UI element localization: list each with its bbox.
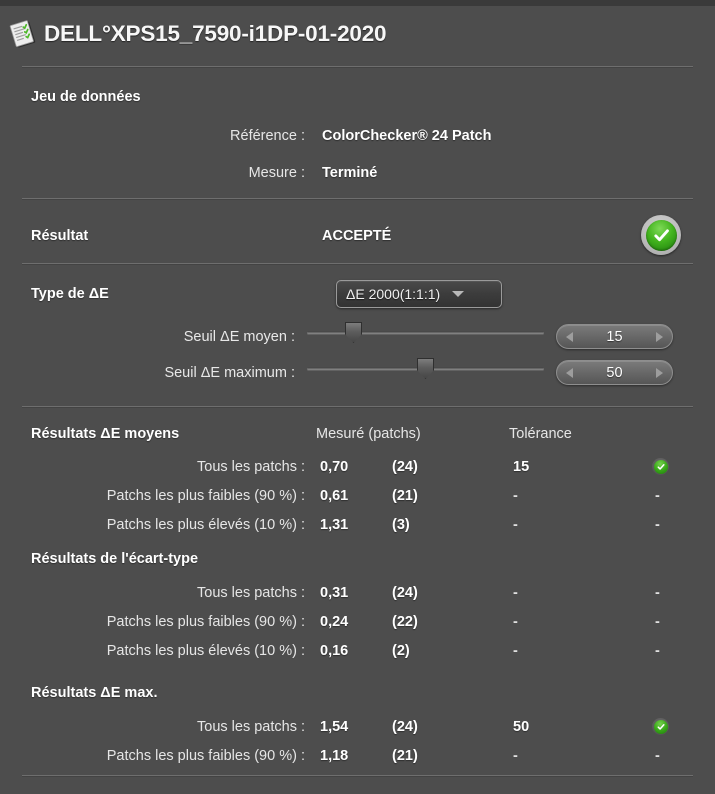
row-status-pass-icon <box>652 458 669 475</box>
row-count: (3) <box>392 517 410 533</box>
row-tolerance: 15 <box>513 459 530 475</box>
calibration-report-panel: DELL°XPS15_7590-i1DP-01-2020 Jeu de donn… <box>0 0 715 794</box>
row-measured: 0,24 <box>320 614 349 630</box>
mean-threshold-spinner[interactable]: 15 <box>556 324 673 349</box>
table-section-heading: Résultats ΔE moyens <box>31 426 180 442</box>
row-count: (24) <box>392 459 418 475</box>
result-value: ACCEPTÉ <box>322 228 392 244</box>
row-label: Patchs les plus élevés (10 %) : <box>106 643 305 659</box>
table-section-heading: Résultats de l'écart-type <box>31 551 199 567</box>
row-measured: 1,18 <box>320 748 349 764</box>
dataset-heading: Jeu de données <box>31 89 141 105</box>
row-status-none: - <box>655 488 660 504</box>
row-tolerance: - <box>513 643 518 659</box>
row-status-none: - <box>655 643 660 659</box>
separator-below-thresholds <box>22 406 693 408</box>
row-measured: 0,16 <box>320 643 349 659</box>
delta-e-type-label: Type de ΔE <box>31 286 109 302</box>
max-threshold-spinner[interactable]: 50 <box>556 360 673 385</box>
separator-bottom <box>22 775 693 777</box>
triangle-left-icon[interactable] <box>566 367 573 378</box>
row-count: (21) <box>392 488 418 504</box>
document-report-icon <box>9 19 39 49</box>
max-threshold-label: Seuil ΔE maximum : <box>164 365 295 381</box>
row-status-none: - <box>655 585 660 601</box>
column-header-tolerance: Tolérance <box>509 426 572 442</box>
row-tolerance: - <box>513 614 518 630</box>
mean-threshold-label: Seuil ΔE moyen : <box>183 329 295 345</box>
row-label: Tous les patchs : <box>197 459 305 475</box>
row-measured: 0,61 <box>320 488 349 504</box>
column-header-measured: Mesuré (patchs) <box>316 426 421 442</box>
row-status-none: - <box>655 517 660 533</box>
result-label: Résultat <box>31 228 89 244</box>
title-bar: DELL°XPS15_7590-i1DP-01-2020 <box>0 6 715 61</box>
row-count: (22) <box>392 614 418 630</box>
row-status-none: - <box>655 748 660 764</box>
measure-label: Mesure : <box>248 165 305 181</box>
row-status-pass-icon <box>652 718 669 735</box>
row-tolerance: - <box>513 488 518 504</box>
row-measured: 1,54 <box>320 719 349 735</box>
row-measured: 0,70 <box>320 459 349 475</box>
row-label: Patchs les plus élevés (10 %) : <box>106 517 305 533</box>
row-count: (21) <box>392 748 418 764</box>
slider-track <box>307 331 544 334</box>
row-tolerance: 50 <box>513 719 530 735</box>
separator-below-result <box>22 263 693 265</box>
separator-below-dataset <box>22 198 693 200</box>
max-threshold-slider[interactable] <box>307 358 544 379</box>
page-title: DELL°XPS15_7590-i1DP-01-2020 <box>44 20 387 46</box>
max-threshold-value: 50 <box>606 364 623 381</box>
row-count: (24) <box>392 719 418 735</box>
row-tolerance: - <box>513 517 518 533</box>
row-label: Patchs les plus faibles (90 %) : <box>106 748 305 764</box>
row-measured: 1,31 <box>320 517 349 533</box>
green-check-badge-icon <box>641 215 681 255</box>
triangle-left-icon[interactable] <box>566 331 573 342</box>
row-count: (2) <box>392 643 410 659</box>
chevron-down-icon <box>452 291 465 297</box>
delta-e-type-value: ΔE 2000(1:1:1) <box>346 286 441 302</box>
measure-value: Terminé <box>322 165 378 181</box>
row-count: (24) <box>392 585 418 601</box>
delta-e-type-dropdown[interactable]: ΔE 2000(1:1:1) <box>336 280 502 308</box>
row-label: Patchs les plus faibles (90 %) : <box>106 488 305 504</box>
row-measured: 0,31 <box>320 585 349 601</box>
triangle-right-icon[interactable] <box>656 331 663 342</box>
mean-threshold-slider[interactable] <box>307 322 544 343</box>
table-section-heading: Résultats ΔE max. <box>31 685 158 701</box>
row-label: Tous les patchs : <box>197 719 305 735</box>
row-label: Patchs les plus faibles (90 %) : <box>106 614 305 630</box>
row-label: Tous les patchs : <box>197 585 305 601</box>
slider-handle[interactable] <box>345 322 362 343</box>
row-tolerance: - <box>513 585 518 601</box>
row-tolerance: - <box>513 748 518 764</box>
reference-label: Référence : <box>230 128 305 144</box>
mean-threshold-value: 15 <box>606 328 623 345</box>
reference-value: ColorChecker® 24 Patch <box>322 128 492 144</box>
row-status-none: - <box>655 614 660 630</box>
triangle-right-icon[interactable] <box>656 367 663 378</box>
separator-below-title <box>22 66 693 68</box>
slider-handle[interactable] <box>417 358 434 379</box>
